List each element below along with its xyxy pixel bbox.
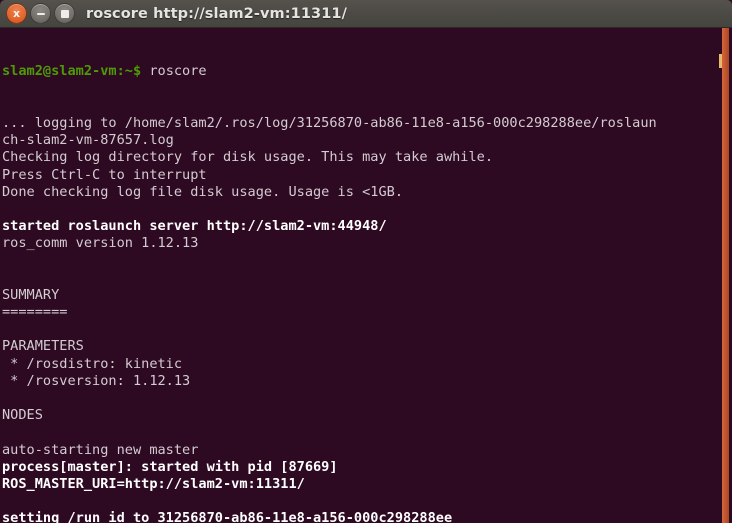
terminal-line: Done checking log file disk usage. Usage… [2,184,718,201]
terminal-line: ROS_MASTER_URI=http://slam2-vm:11311/ [2,476,718,493]
terminal-line-text: Done checking log file disk usage. Usage… [2,183,404,200]
terminal-line-text: Press Ctrl-C to interrupt [2,166,207,183]
terminal-line-text: setting /run_id to 31256870-ab86-11e8-a1… [2,510,453,523]
terminal-line: process[master]: started with pid [87669… [2,459,718,476]
prompt-line: slam2@slam2-vm:~$ roscore [2,63,718,80]
minimize-button[interactable] [30,3,51,24]
log-lines: ... logging to /home/slam2/.ros/log/3125… [2,115,718,523]
terminal-line-text: * /rosversion: 1.12.13 [2,372,191,389]
terminal-line-text: ... logging to /home/slam2/.ros/log/3125… [2,115,657,131]
terminal-line-text: ch-slam2-vm-87657.log [2,132,174,149]
terminal-line-text: ======== [2,304,68,321]
terminal-line: SUMMARY [2,287,718,304]
terminal-line-text: started roslaunch server http://slam2-vm… [2,218,387,235]
terminal-line: PARAMETERS [2,338,718,355]
terminal-line: ======== [2,304,718,321]
terminal-window: x roscore http://slam2-vm:11311/ slam2@s… [0,0,732,523]
terminal-line: Checking log directory for disk usage. T… [2,149,718,166]
close-button[interactable]: x [6,3,27,24]
window-controls: x [6,3,75,24]
maximize-button[interactable] [54,3,75,24]
terminal-line: * /rosdistro: kinetic [2,356,718,373]
terminal-line-text: auto-starting new master [2,441,199,458]
vertical-scrollbar[interactable] [719,28,732,523]
terminal-line: auto-starting new master [2,442,718,459]
maximize-icon [60,9,69,18]
terminal-line-text: SUMMARY [2,286,60,303]
window-title: roscore http://slam2-vm:11311/ [86,5,347,22]
terminal-line-text: * /rosdistro: kinetic [2,355,183,372]
minimize-icon [36,12,45,15]
terminal-line: * /rosversion: 1.12.13 [2,373,718,390]
terminal-line: started roslaunch server http://slam2-vm… [2,218,718,235]
shell-command: roscore [141,63,207,80]
window-titlebar: x roscore http://slam2-vm:11311/ [0,0,732,28]
terminal-line: NODES [2,407,718,424]
terminal-line-text: ros_comm version 1.12.13 [2,235,199,252]
terminal-line-text: ROS_MASTER_URI=http://slam2-vm:11311/ [2,475,305,492]
terminal-line-text: Checking log directory for disk usage. T… [2,149,494,166]
shell-prompt: slam2@slam2-vm:~$ [2,63,142,80]
scrollbar-thumb[interactable] [722,28,729,523]
terminal-line: ros_comm version 1.12.13 [2,235,718,252]
terminal-output-area[interactable]: slam2@slam2-vm:~$ roscore ... logging to… [0,28,732,523]
scrollbar-marker [719,54,722,68]
terminal-line: ... logging to /home/slam2/.ros/log/3125… [2,115,718,132]
terminal-line: setting /run_id to 31256870-ab86-11e8-a1… [2,510,718,523]
close-icon: x [12,6,21,20]
terminal-line: Press Ctrl-C to interrupt [2,167,718,184]
terminal-line: ch-slam2-vm-87657.log [2,132,718,149]
terminal-line-text: process[master]: started with pid [87669… [2,458,338,475]
terminal-line-text: PARAMETERS [2,338,84,355]
terminal-line-text: NODES [2,407,43,424]
terminal-text: slam2@slam2-vm:~$ roscore ... logging to… [2,29,718,523]
